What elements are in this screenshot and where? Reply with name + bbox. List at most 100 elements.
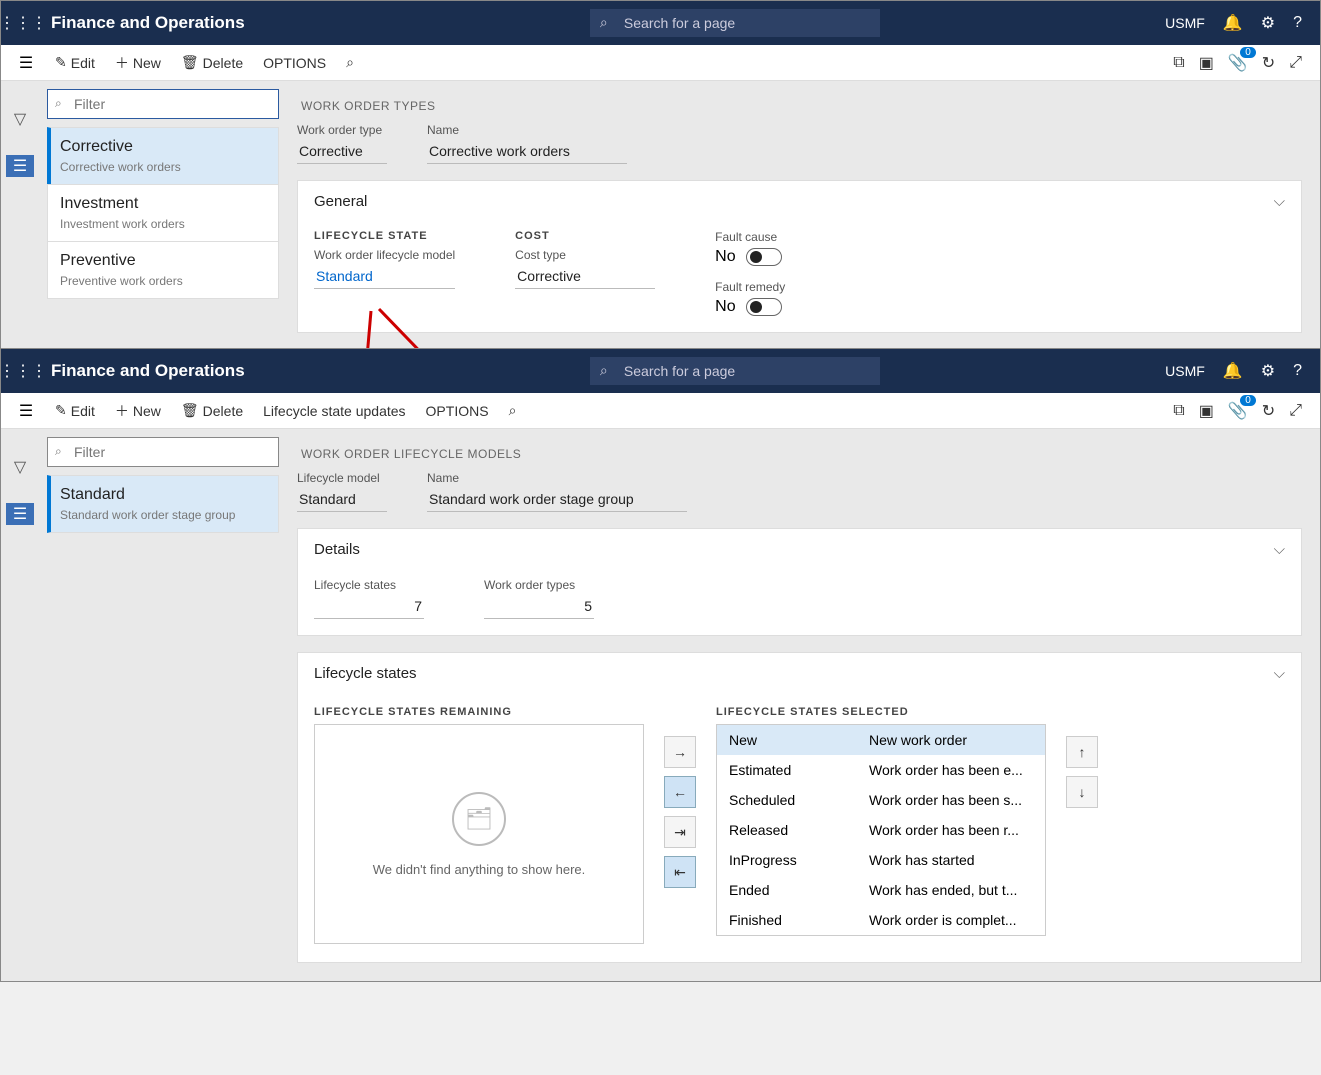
toolbar-search-button[interactable]: ⌕: [336, 50, 364, 75]
state-row[interactable]: FinishedWork order is complet...: [717, 905, 1045, 935]
state-name: Estimated: [729, 762, 869, 778]
lifecycle-states-count: 7: [314, 594, 424, 619]
details-header[interactable]: Details ⌵: [298, 529, 1301, 570]
list-item[interactable]: StandardStandard work order stage group: [47, 475, 279, 533]
link-icon[interactable]: ⧉: [1173, 402, 1184, 420]
pencil-icon: ✎: [55, 402, 67, 419]
help-icon[interactable]: ?: [1293, 14, 1302, 32]
state-row[interactable]: NewNew work order: [717, 725, 1045, 755]
name-value[interactable]: Standard work order stage group: [427, 487, 687, 512]
list-item[interactable]: Corrective Corrective work orders: [47, 127, 279, 185]
state-row[interactable]: EndedWork has ended, but t...: [717, 875, 1045, 905]
lifecycle-model-link[interactable]: Standard: [314, 264, 455, 289]
page-heading: WORK ORDER LIFECYCLE MODELS: [297, 433, 1302, 471]
move-left-button[interactable]: ←: [664, 776, 696, 808]
field-label: Work order types: [484, 578, 594, 592]
empty-icon: 🗂: [452, 792, 506, 846]
fault-cause-value: No: [715, 248, 735, 266]
delete-button[interactable]: 🗑Delete: [171, 398, 253, 423]
app-launcher-icon[interactable]: ⋮⋮⋮: [1, 1, 45, 45]
filter-icon[interactable]: ▽: [14, 457, 26, 477]
edit-button[interactable]: ✎Edit: [45, 50, 105, 75]
office-icon[interactable]: ▣: [1199, 53, 1214, 73]
general-header[interactable]: General ⌵: [298, 181, 1301, 222]
remaining-title: LIFECYCLE STATES REMAINING: [314, 706, 644, 718]
move-up-button[interactable]: ↑: [1066, 736, 1098, 768]
global-search-input[interactable]: [590, 357, 880, 385]
fault-remedy-toggle[interactable]: [746, 298, 782, 316]
trash-icon: 🗑: [181, 402, 199, 419]
list-item[interactable]: PreventivePreventive work orders: [47, 241, 279, 299]
lifecycle-model-value[interactable]: Standard: [297, 487, 387, 512]
state-name: Scheduled: [729, 792, 869, 808]
state-name: Released: [729, 822, 869, 838]
move-down-button[interactable]: ↓: [1066, 776, 1098, 808]
popout-icon[interactable]: ⤢: [1289, 54, 1302, 72]
gear-icon[interactable]: ⚙: [1261, 13, 1275, 33]
state-desc: Work order has been e...: [869, 762, 1033, 778]
selected-list[interactable]: NewNew work orderEstimatedWork order has…: [716, 724, 1046, 936]
app-launcher-icon[interactable]: ⋮⋮⋮: [1, 349, 45, 393]
filter-input[interactable]: [47, 437, 279, 467]
action-toolbar: ☰ ✎Edit ＋New 🗑Delete Lifecycle state upd…: [1, 393, 1320, 429]
name-value[interactable]: Corrective work orders: [427, 139, 627, 164]
filter-icon[interactable]: ▽: [14, 109, 26, 129]
company-code[interactable]: USMF: [1165, 363, 1205, 379]
state-row[interactable]: InProgressWork has started: [717, 845, 1045, 875]
work-order-type-value[interactable]: Corrective: [297, 139, 387, 164]
list-item-title: Investment: [60, 195, 266, 213]
list-item-subtitle: Corrective work orders: [60, 160, 266, 174]
move-right-button[interactable]: →: [664, 736, 696, 768]
lifecycle-states-header[interactable]: Lifecycle states ⌵: [298, 653, 1301, 694]
list-item[interactable]: InvestmentInvestment work orders: [47, 184, 279, 242]
options-button[interactable]: OPTIONS: [416, 399, 499, 423]
toolbar-search-button[interactable]: ⌕: [499, 398, 527, 423]
action-toolbar: ☰ ✎Edit ＋New 🗑Delete OPTIONS ⌕ ⧉ ▣ 📎0 ↻ …: [1, 45, 1320, 81]
list-icon[interactable]: ☰: [6, 155, 34, 177]
options-button[interactable]: OPTIONS: [253, 51, 336, 75]
refresh-icon[interactable]: ↻: [1262, 401, 1275, 421]
list-icon[interactable]: ☰: [6, 503, 34, 525]
attachments-icon[interactable]: 📎0: [1228, 401, 1248, 421]
state-desc: Work order has been r...: [869, 822, 1033, 838]
new-button[interactable]: ＋New: [105, 49, 171, 77]
global-search-input[interactable]: [590, 9, 880, 37]
attachments-icon[interactable]: 📎0: [1228, 53, 1248, 73]
company-code[interactable]: USMF: [1165, 15, 1205, 31]
help-icon[interactable]: ?: [1293, 362, 1302, 380]
edit-button[interactable]: ✎Edit: [45, 398, 105, 423]
popout-icon[interactable]: ⤢: [1289, 402, 1302, 420]
field-label: Name: [427, 471, 687, 485]
field-label: Cost type: [515, 248, 655, 262]
filter-input[interactable]: [47, 89, 279, 119]
list-item-title: Preventive: [60, 252, 266, 270]
pencil-icon: ✎: [55, 54, 67, 71]
move-all-left-button[interactable]: ⇤: [664, 856, 696, 888]
fault-cause-toggle[interactable]: [746, 248, 782, 266]
gear-icon[interactable]: ⚙: [1261, 361, 1275, 381]
move-all-right-button[interactable]: ⇥: [664, 816, 696, 848]
lifecycle-updates-button[interactable]: Lifecycle state updates: [253, 399, 415, 423]
list-item-title: Standard: [60, 486, 266, 504]
search-icon: ⌕: [55, 444, 62, 459]
field-label: Work order lifecycle model: [314, 248, 455, 262]
search-icon: ⌕: [346, 54, 354, 71]
list-item-title: Corrective: [60, 138, 266, 156]
state-row[interactable]: ReleasedWork order has been r...: [717, 815, 1045, 845]
hamburger-icon[interactable]: ☰: [19, 401, 33, 421]
state-row[interactable]: EstimatedWork order has been e...: [717, 755, 1045, 785]
field-label: Name: [427, 123, 627, 137]
bell-icon[interactable]: 🔔: [1223, 13, 1243, 33]
hamburger-icon[interactable]: ☰: [19, 53, 33, 73]
link-icon[interactable]: ⧉: [1173, 54, 1184, 72]
field-label: Lifecycle model: [297, 471, 387, 485]
work-order-types-count: 5: [484, 594, 594, 619]
refresh-icon[interactable]: ↻: [1262, 53, 1275, 73]
bell-icon[interactable]: 🔔: [1223, 361, 1243, 381]
delete-button[interactable]: 🗑Delete: [171, 50, 253, 75]
app-title: Finance and Operations: [51, 361, 245, 381]
office-icon[interactable]: ▣: [1199, 401, 1214, 421]
new-button[interactable]: ＋New: [105, 397, 171, 425]
cost-type-value[interactable]: Corrective: [515, 264, 655, 289]
state-row[interactable]: ScheduledWork order has been s...: [717, 785, 1045, 815]
